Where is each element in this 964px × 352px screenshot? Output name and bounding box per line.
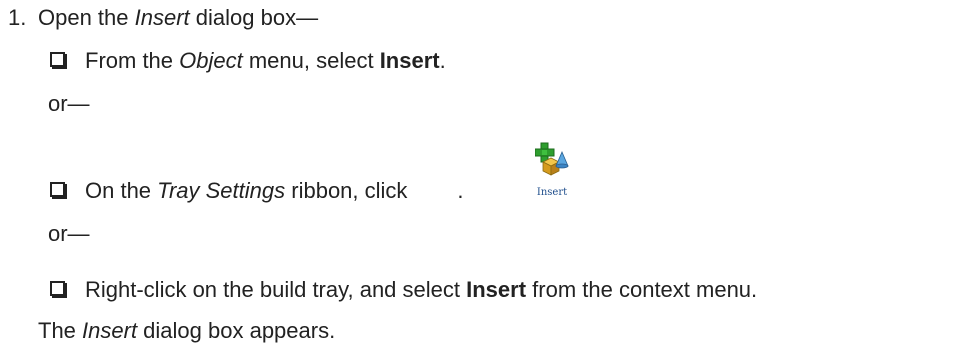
option2-post: .: [457, 178, 464, 203]
step-number: 1.: [8, 5, 27, 30]
insert-ribbon-icon: Insert: [531, 142, 573, 200]
step-title-em: Insert: [134, 5, 190, 30]
option-object-menu: From the Object menu, select Insert.: [48, 48, 446, 74]
insert-icon-caption: Insert: [536, 187, 568, 198]
or-separator-2: or—: [48, 221, 90, 246]
option1-mid: menu, select: [242, 48, 380, 73]
option1-bold: Insert: [379, 48, 440, 73]
step-title-pre: Open the: [38, 5, 135, 30]
result-post: dialog box appears.: [137, 318, 336, 343]
result-em: Insert: [82, 318, 138, 343]
checkbox-bullet-icon: [50, 52, 65, 67]
step-title-post: dialog box—: [189, 5, 319, 30]
option1-pre: From the: [85, 48, 180, 73]
insert-icon: [535, 142, 569, 176]
option-context-menu: Right-click on the build tray, and selec…: [48, 277, 757, 303]
result-pre: The: [38, 318, 83, 343]
step-title: Open the Insert dialog box—: [38, 5, 318, 31]
result-text: The Insert dialog box appears.: [38, 318, 335, 344]
option2-em: Tray Settings: [157, 178, 286, 203]
option3-bold: Insert: [466, 277, 527, 302]
option2-mid: ribbon, click: [285, 178, 408, 203]
checkbox-bullet-icon: [50, 182, 65, 197]
option3-post: from the context menu.: [526, 277, 758, 302]
checkbox-bullet-icon: [50, 281, 65, 296]
option-tray-settings-ribbon: On the Tray Settings ribbon, click.: [48, 178, 464, 204]
option2-pre: On the: [85, 178, 158, 203]
or-separator-1: or—: [48, 91, 90, 116]
option1-post: .: [439, 48, 446, 73]
option3-pre: Right-click on the build tray, and selec…: [85, 277, 467, 302]
option1-em: Object: [179, 48, 243, 73]
